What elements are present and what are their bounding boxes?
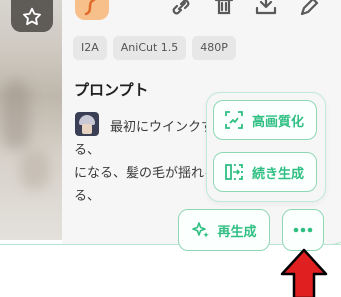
favorite-button[interactable] xyxy=(11,0,53,32)
model-logo-icon xyxy=(84,0,96,16)
tag-model: AniCut 1.5 xyxy=(112,36,187,60)
tag-resolution: 480P xyxy=(192,36,236,60)
edit-icon[interactable] xyxy=(296,0,322,20)
tag-mode: I2A xyxy=(73,36,107,60)
trash-icon[interactable] xyxy=(211,0,237,20)
download-icon[interactable] xyxy=(253,0,279,20)
prompt-text: 最初にウインクする、 になる、髪の毛が揺れる る、 xyxy=(74,120,218,204)
menu-item-upscale[interactable]: 高画質化 xyxy=(213,100,317,140)
pointer-arrow-icon xyxy=(280,248,328,297)
more-button[interactable] xyxy=(282,209,324,251)
sparkle-icon xyxy=(192,222,210,238)
menu-item-continue[interactable]: 続き生成 xyxy=(213,152,317,192)
menu-item-label: 続き生成 xyxy=(252,166,305,182)
regenerate-button[interactable]: 再生成 xyxy=(178,209,270,251)
tag-list: I2A AniCut 1.5 480P xyxy=(73,36,236,60)
continue-icon xyxy=(225,164,243,180)
model-avatar xyxy=(75,0,109,20)
more-actions-menu: 高画質化 続き生成 xyxy=(206,92,326,202)
upscale-icon xyxy=(225,111,243,129)
link-icon[interactable] xyxy=(168,0,194,20)
star-icon xyxy=(23,7,41,26)
menu-item-label: 高画質化 xyxy=(252,114,305,130)
generation-card-view: I2A AniCut 1.5 480P プロンプト 最初にウインクする、 になる… xyxy=(0,0,341,297)
image-thumbnail[interactable] xyxy=(0,0,62,240)
regenerate-label: 再生成 xyxy=(217,224,257,240)
more-dots-icon xyxy=(293,227,313,233)
prompt-title: プロンプト xyxy=(74,81,149,99)
